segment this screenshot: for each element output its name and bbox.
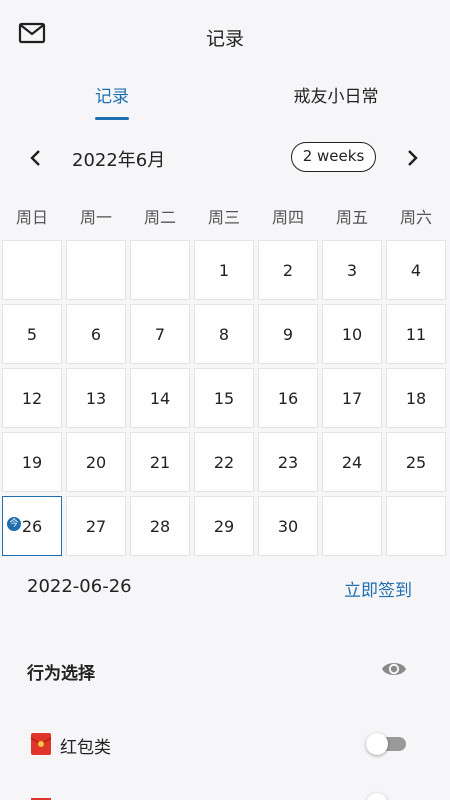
calendar-day-number: 9 (282, 324, 294, 344)
calendar-day[interactable]: 14 (130, 368, 190, 428)
eye-icon[interactable] (380, 658, 408, 680)
calendar-day-number: 13 (85, 388, 107, 408)
calendar-day-number: 5 (26, 324, 38, 344)
calendar-day-number: 11 (405, 324, 427, 344)
calendar-day-number: 16 (277, 388, 299, 408)
calendar-day-number: 8 (218, 324, 230, 344)
calendar-day-number: 19 (21, 452, 43, 472)
calendar-empty-cell (322, 496, 382, 556)
calendar-day[interactable]: 13 (66, 368, 126, 428)
calendar-day[interactable]: 12 (2, 368, 62, 428)
calendar-day-number: 20 (85, 452, 107, 472)
calendar-day[interactable]: 3 (322, 240, 382, 300)
weekday-label: 周四 (271, 208, 304, 227)
calendar-day[interactable]: 5 (2, 304, 62, 364)
calendar-day[interactable]: 29 (194, 496, 254, 556)
calendar-day[interactable]: 7 (130, 304, 190, 364)
red-envelope-icon (30, 733, 52, 755)
calendar-day[interactable]: 15 (194, 368, 254, 428)
calendar-day-number: 30 (277, 516, 299, 536)
chevron-left-icon[interactable] (24, 146, 48, 170)
calendar-day[interactable]: 11 (386, 304, 446, 364)
calendar-day-number: 12 (21, 388, 43, 408)
calendar-day-number: 1 (218, 260, 230, 280)
behavior-title: 行为选择 (27, 664, 95, 684)
page-title: 记录 (205, 28, 244, 50)
behavior-item[interactable]: 红包类 (0, 726, 450, 762)
top-bar: 记录 (0, 0, 450, 68)
calendar-day[interactable]: 4 (386, 240, 446, 300)
selected-date-row: 2022-06-26 立即签到 (0, 572, 450, 604)
calendar-empty-cell (130, 240, 190, 300)
weekday-label: 周五 (335, 208, 368, 227)
calendar-day[interactable]: 30 (258, 496, 318, 556)
behavior-toggle[interactable] (366, 733, 408, 755)
weekday-label: 周二 (143, 208, 176, 227)
calendar-day[interactable]: 1 (194, 240, 254, 300)
calendar-day-number: 26 (21, 516, 43, 536)
tab-bar: 记录 戒友小日常 (0, 74, 450, 124)
calendar-day-number: 29 (213, 516, 235, 536)
calendar-day[interactable]: 10 (322, 304, 382, 364)
calendar-day[interactable]: 27 (66, 496, 126, 556)
calendar-day-number: 21 (149, 452, 171, 472)
calendar-day-number: 6 (90, 324, 102, 344)
calendar-day[interactable]: 17 (322, 368, 382, 428)
view-toggle-button[interactable]: 2 weeks (291, 142, 376, 172)
active-tab-indicator (95, 117, 129, 120)
behavior-item-partial (0, 786, 450, 800)
calendar-day-number: 10 (341, 324, 363, 344)
calendar-empty-cell (2, 240, 62, 300)
calendar-day-number: 7 (154, 324, 166, 344)
calendar-day[interactable]: 23 (258, 432, 318, 492)
today-marker: 今 (7, 517, 21, 531)
chevron-right-icon[interactable] (400, 146, 424, 170)
calendar-day-number: 2 (282, 260, 294, 280)
calendar-day[interactable]: 24 (322, 432, 382, 492)
weekday-label: 周三 (207, 208, 240, 227)
calendar-day[interactable]: 21 (130, 432, 190, 492)
calendar-day[interactable]: 2 (258, 240, 318, 300)
weekday-label: 周一 (79, 208, 112, 227)
calendar-empty-cell (386, 496, 446, 556)
weekday-label: 周日 (15, 208, 48, 227)
selected-date: 2022-06-26 (27, 576, 132, 597)
calendar-day-number: 28 (149, 516, 171, 536)
behavior-item-label: 红包类 (60, 738, 111, 758)
tab-record[interactable]: 记录 (80, 82, 144, 107)
calendar-day[interactable]: 16 (258, 368, 318, 428)
calendar-day[interactable]: 22 (194, 432, 254, 492)
behavior-header: 行为选择 (0, 654, 450, 688)
calendar-day-number: 14 (149, 388, 171, 408)
calendar-day-number: 23 (277, 452, 299, 472)
month-label: 2022年6月 (72, 150, 166, 171)
calendar-empty-cell (66, 240, 126, 300)
calendar-day-number: 17 (341, 388, 363, 408)
calendar-day-number: 4 (410, 260, 422, 280)
calendar-day-number: 15 (213, 388, 235, 408)
month-navigation: 2022年6月 2 weeks (0, 138, 450, 178)
calendar-day[interactable]: 25 (386, 432, 446, 492)
calendar-day[interactable]: 28 (130, 496, 190, 556)
calendar-day-number: 3 (346, 260, 358, 280)
calendar-day[interactable]: 8 (194, 304, 254, 364)
calendar-day-number: 24 (341, 452, 363, 472)
calendar-day[interactable]: 18 (386, 368, 446, 428)
weekday-header: 周日 周一 周二 周三 周四 周五 周六 (0, 204, 450, 230)
checkin-button[interactable]: 立即签到 (344, 576, 412, 601)
calendar-day-number: 22 (213, 452, 235, 472)
calendar-day[interactable]: 6 (66, 304, 126, 364)
calendar-day-selected[interactable]: 26 今 (2, 496, 62, 556)
calendar-day-number: 25 (405, 452, 427, 472)
behavior-toggle[interactable] (366, 793, 408, 800)
calendar-day[interactable]: 19 (2, 432, 62, 492)
tab-daily[interactable]: 戒友小日常 (280, 82, 392, 107)
calendar-day-number: 27 (85, 516, 107, 536)
calendar-day-number: 18 (405, 388, 427, 408)
item-icon (31, 798, 51, 800)
weekday-label: 周六 (399, 208, 432, 227)
calendar-day[interactable]: 20 (66, 432, 126, 492)
calendar-day[interactable]: 9 (258, 304, 318, 364)
